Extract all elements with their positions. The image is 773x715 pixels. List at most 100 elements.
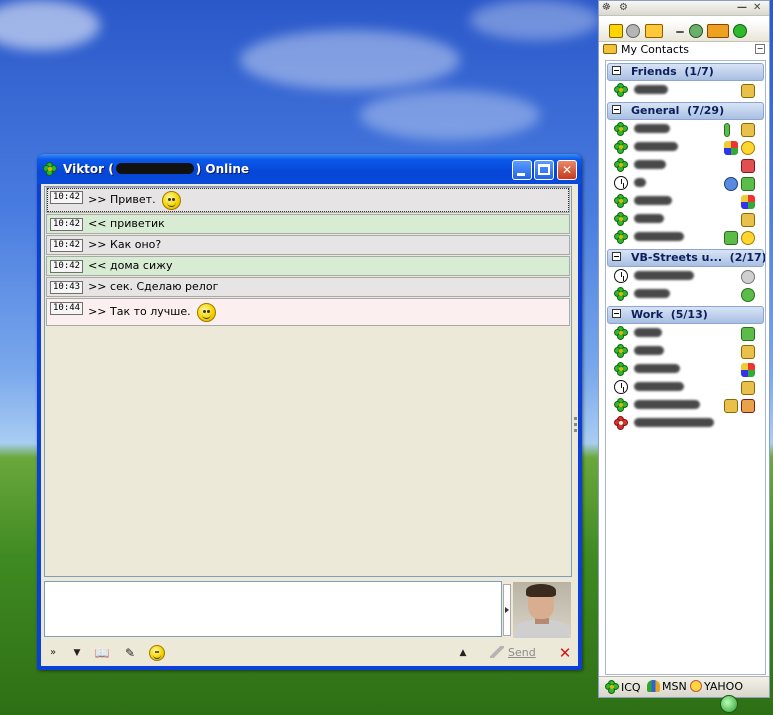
my-contacts-label: My Contacts	[621, 43, 690, 56]
client-icon	[724, 399, 738, 413]
maximize-button[interactable]	[534, 160, 554, 180]
group-general[interactable]: General (7/29)	[607, 102, 764, 120]
smiley-picker-icon[interactable]	[148, 644, 166, 662]
contacts-folder-icon	[603, 44, 617, 54]
history-book-icon[interactable]: 📖	[92, 644, 112, 662]
message-row: 10:42 << приветик	[46, 214, 570, 234]
chevron-down-icon[interactable]: ▼	[72, 644, 82, 662]
redacted-nickname	[634, 400, 700, 409]
contact-item[interactable]	[606, 121, 765, 139]
collapse-icon[interactable]	[612, 66, 621, 75]
online-status-icon	[614, 344, 628, 358]
contact-item[interactable]	[606, 325, 765, 343]
redacted-nickname	[634, 142, 678, 151]
attach-icon[interactable]: ✎	[122, 644, 138, 662]
collapse-icon[interactable]	[612, 105, 621, 114]
contact-list-titlebar[interactable]: ☸ ⚙ — ✕	[599, 1, 769, 16]
client-icon	[741, 123, 755, 137]
group-work[interactable]: Work (5/13)	[607, 306, 764, 324]
contact-item[interactable]	[606, 175, 765, 193]
message-timestamp: 10:42	[50, 239, 84, 252]
message-text: >> сек. Сделаю релог	[88, 280, 219, 293]
chevron-up-icon[interactable]: ▲	[458, 644, 468, 662]
online-status-icon	[614, 83, 628, 97]
folder-icon[interactable]	[645, 24, 663, 38]
splitter-handle[interactable]	[573, 414, 578, 464]
online-status-icon	[614, 122, 628, 136]
contact-item[interactable]	[606, 397, 765, 415]
contact-item[interactable]	[606, 268, 765, 286]
send-label: Send	[508, 646, 536, 659]
client-icon	[741, 345, 755, 359]
desktop-cloud	[240, 30, 460, 90]
redacted-nickname	[634, 214, 664, 223]
contact-list-toolbar	[599, 21, 769, 42]
more-options-icon[interactable]: »	[48, 644, 58, 662]
collapse-icon[interactable]	[612, 252, 621, 261]
contact-item[interactable]	[606, 361, 765, 379]
message-text: << дома сижу	[88, 259, 173, 272]
message-history[interactable]: 10:42 >> Привет. 10:42 << приветик 10:42 >> К…	[44, 186, 572, 577]
close-button[interactable]: ✕	[557, 160, 577, 180]
away-status-icon	[614, 380, 628, 394]
network-yahoo-button[interactable]: YAHOO	[690, 680, 743, 693]
avatar-toggle-button[interactable]	[503, 584, 511, 636]
network-msn-button[interactable]: MSN	[647, 680, 687, 693]
chat-titlebar[interactable]: Viktor () Online ✕	[37, 154, 582, 184]
client-icon	[724, 231, 738, 245]
contact-item[interactable]	[606, 82, 765, 100]
tray-refresh-icon[interactable]	[720, 695, 738, 713]
online-status-icon	[614, 287, 628, 301]
contact-item[interactable]	[606, 193, 765, 211]
collapse-icon[interactable]	[612, 309, 621, 318]
online-status-icon	[614, 326, 628, 340]
close-chat-icon[interactable]: ✕	[558, 644, 572, 662]
away-status-icon	[614, 176, 628, 190]
message-timestamp: 10:42	[50, 218, 84, 231]
unknown-client-icon	[741, 270, 755, 284]
icq-flower-icon	[605, 680, 619, 694]
contact-item[interactable]	[606, 415, 765, 433]
minimize-button[interactable]	[512, 160, 532, 180]
contact-item[interactable]	[606, 139, 765, 157]
message-row: 10:42 >> Как оно?	[46, 235, 570, 255]
online-status-icon	[614, 140, 628, 154]
client-icon	[741, 195, 755, 209]
redacted-nickname	[634, 289, 670, 298]
chat-toolbar: » ▼ 📖 ✎ ▲ Send ✕	[44, 642, 574, 664]
client-icon	[724, 141, 738, 155]
message-input[interactable]	[44, 581, 502, 637]
contact-item[interactable]	[606, 343, 765, 361]
send-button[interactable]: Send	[490, 644, 542, 662]
settings-icon[interactable]: ⚙	[619, 2, 628, 14]
close-icon[interactable]: ✕	[753, 2, 761, 14]
group-vb-streets[interactable]: VB-Streets u... (2/17)	[607, 249, 765, 267]
mobile-icon	[724, 123, 730, 137]
group-friends[interactable]: Friends (1/7)	[607, 63, 764, 81]
contact-item[interactable]	[606, 379, 765, 397]
smiley-icon	[196, 302, 216, 322]
redacted-nickname	[634, 196, 672, 205]
mail-icon[interactable]	[707, 24, 729, 38]
main-menu-icon[interactable]	[609, 24, 623, 38]
contact-item[interactable]	[606, 286, 765, 304]
my-contacts-header[interactable]: My Contacts −	[603, 43, 765, 57]
message-row: 10:43 >> сек. Сделаю релог	[46, 277, 570, 297]
contact-item[interactable]	[606, 229, 765, 247]
collapse-icon[interactable]: −	[755, 44, 765, 54]
minimize-icon[interactable]: —	[737, 2, 747, 14]
online-status-icon	[614, 212, 628, 226]
menu-icon[interactable]: ☸	[602, 2, 611, 14]
network-icq-button[interactable]: ICQ	[605, 680, 641, 694]
find-user-icon[interactable]	[689, 24, 703, 38]
contact-item[interactable]	[606, 157, 765, 175]
client-icon	[741, 327, 755, 341]
message-timestamp: 10:44	[50, 302, 84, 315]
redacted-nickname	[634, 364, 680, 373]
message-timestamp: 10:43	[50, 281, 84, 294]
icq-flower-icon[interactable]	[733, 24, 747, 38]
contact-item[interactable]	[606, 211, 765, 229]
status-icon[interactable]	[626, 24, 640, 38]
message-row: 10:42 >> Привет.	[46, 187, 570, 213]
online-status-icon	[614, 362, 628, 376]
